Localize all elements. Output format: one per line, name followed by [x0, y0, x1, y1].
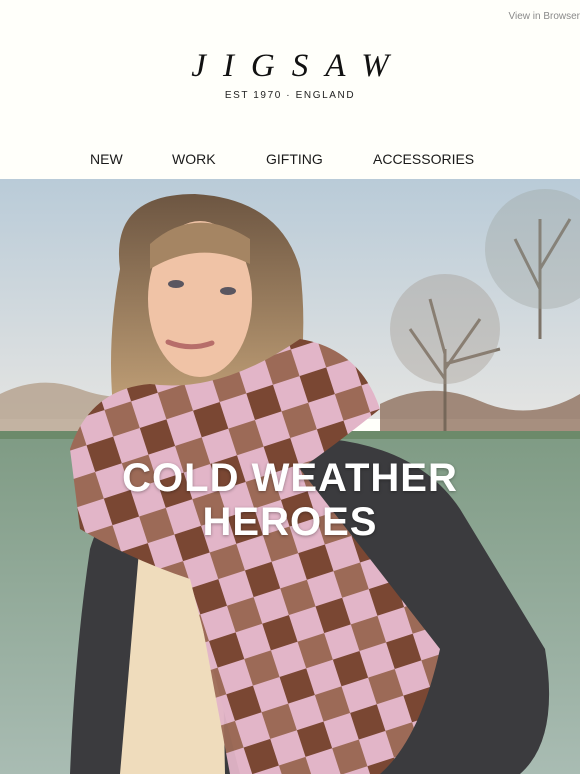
nav-item-new[interactable]: NEW — [90, 151, 123, 167]
nav-item-gifting[interactable]: GIFTING — [266, 151, 323, 167]
main-nav: NEW WORK GIFTING ACCESSORIES — [0, 151, 580, 171]
hero-headline: COLD WEATHER HEROES — [0, 456, 580, 544]
hero-banner[interactable]: COLD WEATHER HEROES — [0, 179, 580, 774]
brand-logo[interactable]: JIGSAW — [0, 48, 580, 84]
hero-headline-line-1: COLD WEATHER — [122, 456, 458, 500]
hero-headline-line-2: HEROES — [202, 500, 378, 544]
nav-item-work[interactable]: WORK — [172, 151, 216, 167]
brand-header: JIGSAW EST 1970 · ENGLAND — [0, 48, 580, 101]
view-in-browser-link[interactable]: View in Browser — [508, 11, 580, 22]
nav-item-accessories[interactable]: ACCESSORIES — [373, 151, 474, 167]
brand-tagline: EST 1970 · ENGLAND — [224, 90, 356, 101]
